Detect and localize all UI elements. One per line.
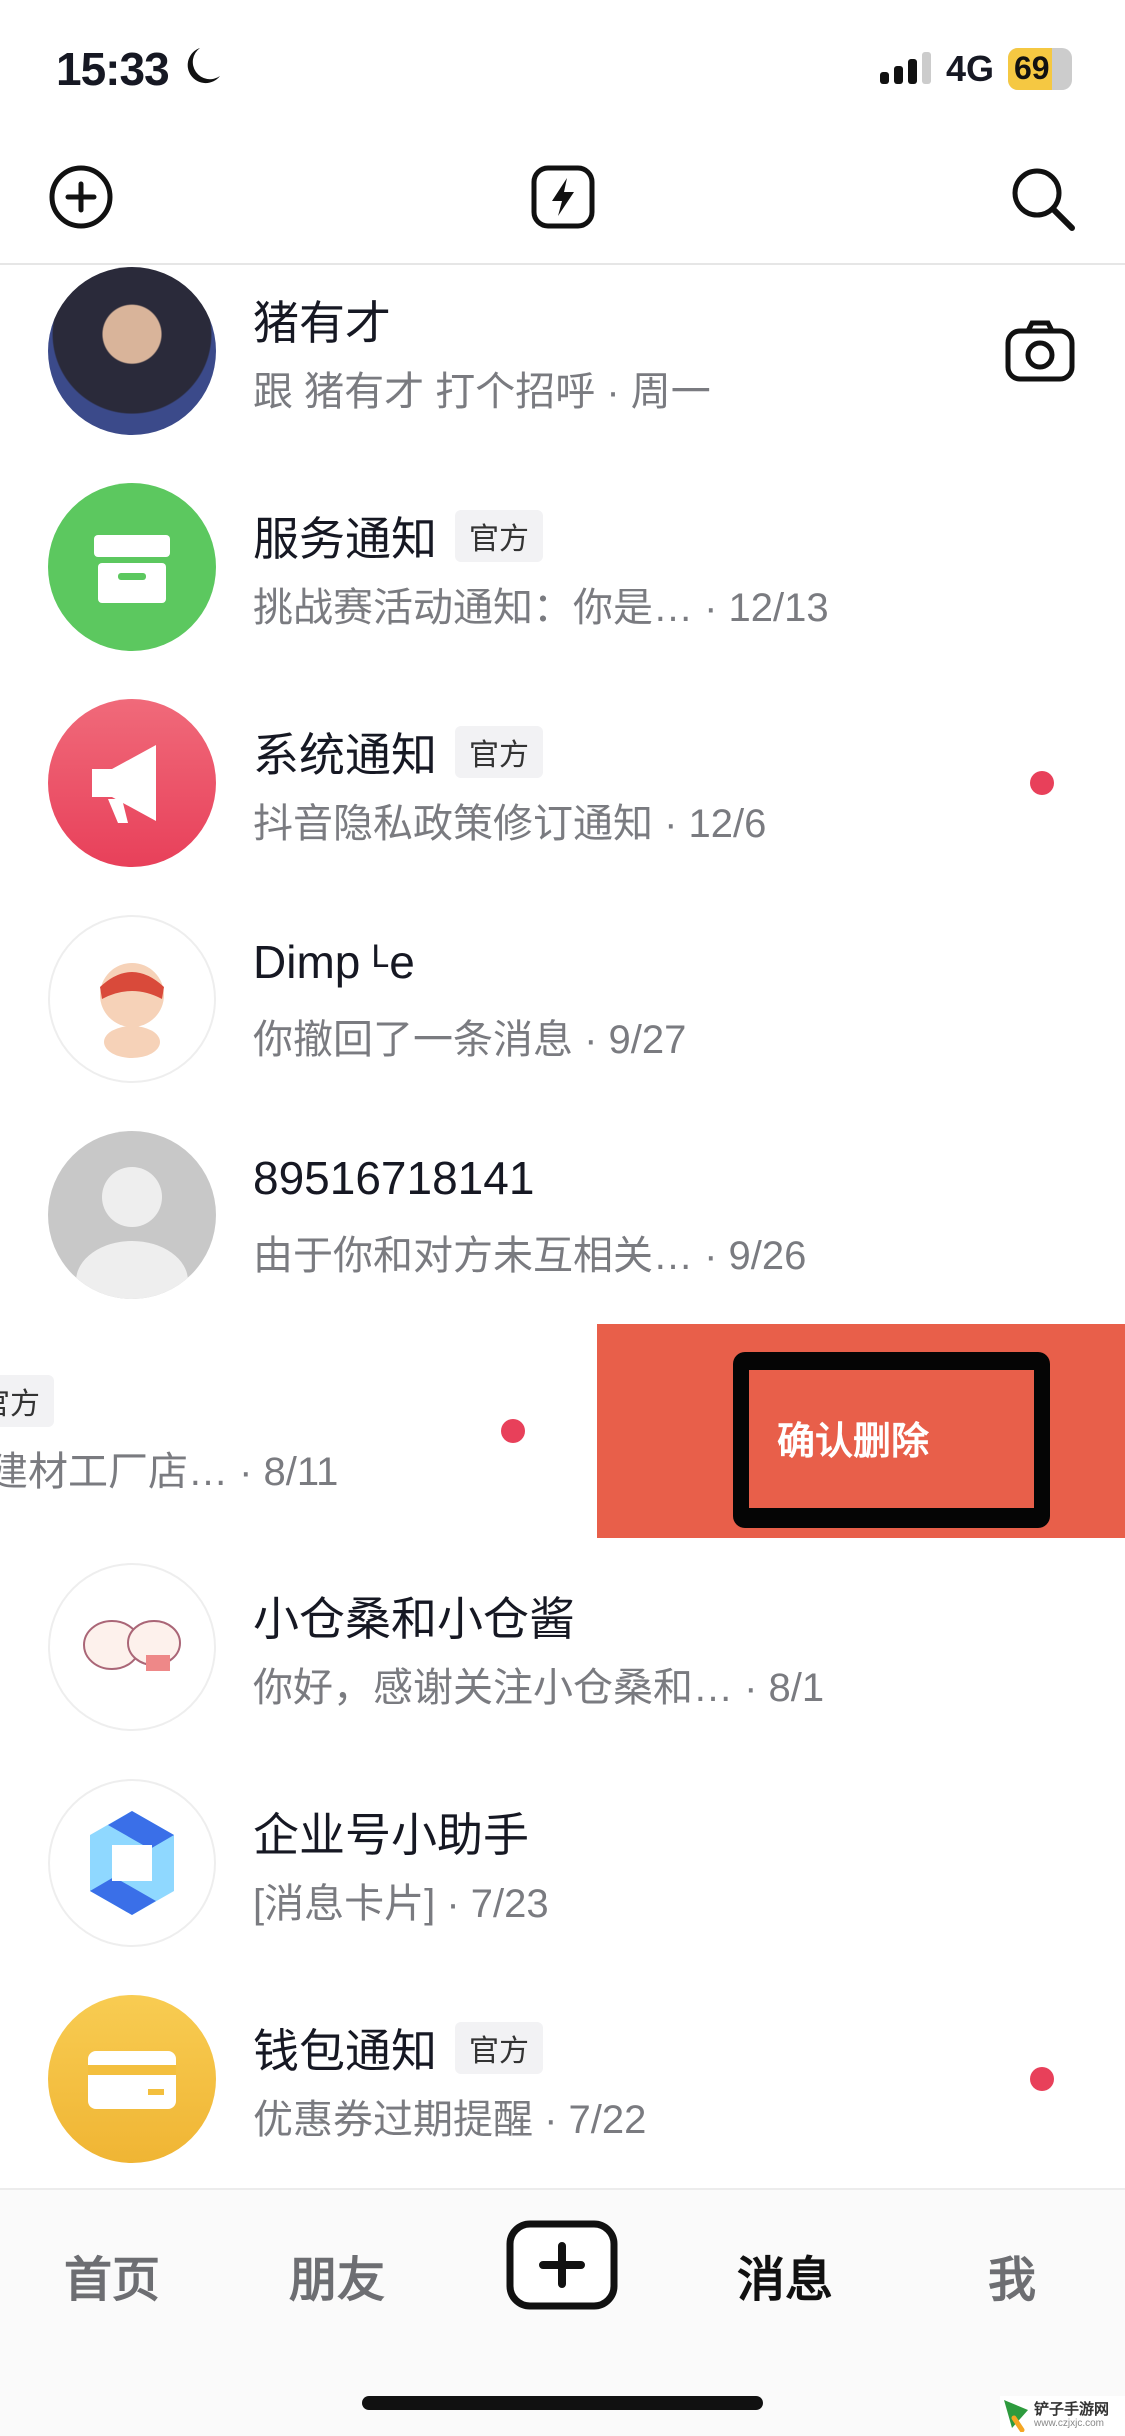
conversation-item[interactable]: 企业号小助手 [消息卡片] · 7/23 (0, 1755, 1125, 1971)
avatar (48, 915, 216, 1083)
search-icon[interactable] (1008, 164, 1078, 234)
tab-me[interactable]: 我 (988, 2240, 1036, 2310)
conversation-item[interactable]: 钱包通知 官方 优惠券过期提醒 · 7/22 (0, 1971, 1125, 2187)
battery-icon: 69 (1008, 48, 1072, 90)
confirm-delete-label: 确认删除 (777, 1421, 930, 1463)
battery-level: 69 (1014, 50, 1050, 86)
conversation-name: 猪有才 (253, 297, 391, 349)
unread-dot (1030, 2067, 1054, 2091)
conversation-name: Dimp ᴸe (253, 936, 415, 988)
tab-home[interactable]: 首页 (64, 2240, 160, 2310)
conversation-item[interactable]: 89516718141 由于你和对方未互相关… · 9/26 (0, 1107, 1125, 1323)
unread-dot (501, 1419, 525, 1443)
megaphone-icon (48, 699, 216, 867)
conversation-item[interactable]: Dimp ᴸe 你撤回了一条消息 · 9/27 (0, 891, 1125, 1107)
official-badge: 官方 (455, 726, 543, 778)
conversation-list[interactable]: 猪有才 跟 猪有才 打个招呼 · 周一 服务通知 官方 挑战赛活动通知：你是… ·… (0, 265, 1125, 2187)
conversation-item-swiped[interactable]: 官方 建材工厂店… · 8/11 确认删除 (0, 1323, 1125, 1539)
inbox-icon (48, 483, 216, 651)
status-time: 15:33 (56, 43, 170, 95)
enterprise-assistant-icon (48, 1779, 216, 1947)
delete-action-panel: 确认删除 (597, 1324, 1125, 1538)
tab-messages[interactable]: 消息 (737, 2240, 833, 2310)
conversation-preview: 你好，感谢关注小仓桑和… · 8/1 (253, 1666, 825, 1710)
conversation-name: 89516718141 (253, 1152, 535, 1204)
tab-friends[interactable]: 朋友 (289, 2240, 385, 2310)
network-type: 4G (946, 48, 995, 89)
conversation-preview: 挑战赛活动通知：你是… · 12/13 (253, 586, 829, 630)
signal-icon (880, 52, 931, 84)
conversation-item[interactable]: 系统通知 官方 抖音隐私政策修订通知 · 12/6 (0, 675, 1125, 891)
create-plus-button[interactable] (506, 2220, 618, 2310)
conversation-preview: 你撤回了一条消息 · 9/27 (253, 1018, 687, 1062)
watermark: 铲子手游网 www.czjxjc.com (1000, 2396, 1125, 2436)
conversation-preview: 优惠券过期提醒 · 7/22 (253, 2098, 647, 2142)
conversation-preview: 建材工厂店… · 8/11 (0, 1450, 339, 1494)
home-indicator[interactable] (362, 2396, 763, 2410)
conversation-item[interactable]: 猪有才 跟 猪有才 打个招呼 · 周一 (0, 265, 1125, 459)
confirm-delete-button[interactable]: 确认删除 (733, 1352, 1050, 1528)
conversation-item[interactable]: 小仓桑和小仓酱 你好，感谢关注小仓桑和… · 8/1 (0, 1539, 1125, 1755)
conversation-item[interactable]: 服务通知 官方 挑战赛活动通知：你是… · 12/13 (0, 459, 1125, 675)
watermark-url: www.czjxjc.com (1034, 2418, 1105, 2429)
conversation-name: 服务通知 (253, 513, 437, 565)
conversation-preview: 由于你和对方未互相关… · 9/26 (253, 1234, 807, 1278)
conversation-name: 企业号小助手 (253, 1809, 529, 1861)
conversation-preview: 跟 猪有才 打个招呼 · 周一 (253, 370, 711, 414)
official-badge: 官方 (0, 1375, 54, 1427)
moon-icon (187, 48, 220, 84)
avatar (48, 1563, 216, 1731)
default-avatar-icon (48, 1131, 216, 1299)
conversation-name: 小仓桑和小仓酱 (253, 1593, 575, 1645)
camera-icon[interactable] (1004, 319, 1076, 383)
add-circle-icon[interactable] (48, 164, 114, 230)
lightning-icon[interactable] (530, 164, 596, 230)
conversation-name: 系统通知 (253, 729, 437, 781)
conversation-preview: 抖音隐私政策修订通知 · 12/6 (253, 802, 767, 846)
unread-dot (1030, 771, 1054, 795)
official-badge: 官方 (455, 510, 543, 562)
conversation-preview: [消息卡片] · 7/23 (253, 1882, 549, 1926)
official-badge: 官方 (455, 2022, 543, 2074)
wallet-icon (48, 1995, 216, 2163)
conversation-name: 钱包通知 (253, 2025, 437, 2077)
watermark-title: 铲子手游网 (1034, 2401, 1110, 2418)
watermark-logo-icon (1004, 2400, 1028, 2432)
avatar (48, 267, 216, 435)
